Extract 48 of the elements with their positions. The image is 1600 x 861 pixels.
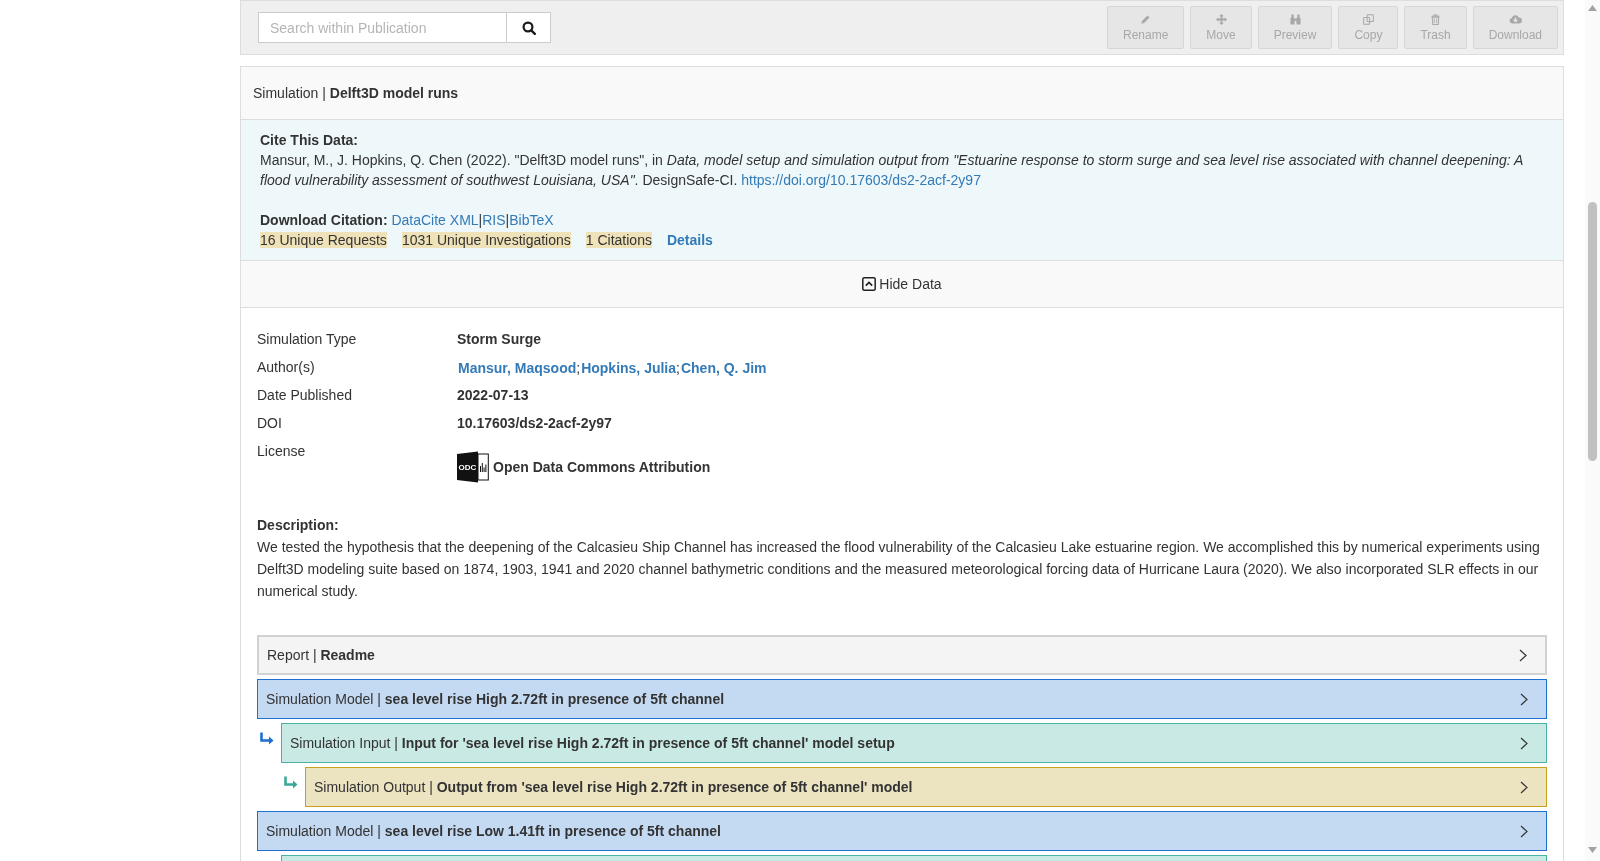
usage-metric: 1031 Unique Investigations xyxy=(401,232,571,248)
field-value: 2022-07-13 xyxy=(457,386,530,405)
bent-arrow-icon xyxy=(259,732,275,746)
copy-icon xyxy=(1362,14,1374,25)
citation-heading: Cite This Data: xyxy=(260,131,359,150)
license-logo: ODC xyxy=(457,451,489,483)
move-arrows-icon xyxy=(1215,14,1227,25)
caret-up-square-icon xyxy=(862,277,877,291)
citation-format-link[interactable]: BibTeX xyxy=(509,212,554,228)
usage-metric: 16 Unique Requests xyxy=(260,232,387,248)
cloud-download-icon xyxy=(1508,14,1522,24)
bent-arrow-icon xyxy=(283,776,299,790)
field-value: 10.17603/ds2-2acf-2y97 xyxy=(457,414,613,433)
citation-format-link[interactable]: DataCite XML xyxy=(391,212,479,228)
pencil-icon xyxy=(1140,14,1152,25)
field-label: DOI xyxy=(257,414,283,433)
search-button[interactable] xyxy=(506,12,551,43)
dataset-row[interactable]: Report | Readme xyxy=(257,635,1547,675)
download-citation-line: Download Citation: DataCite XML|RIS|BibTeX xyxy=(260,211,555,230)
scroll-up-icon[interactable] xyxy=(1588,5,1597,11)
citation-text: Mansur, M., J. Hopkins, Q. Chen (2022). "Delft3D model runs", in Data, model setup and simulation output from "Estuarine response to storm surge and sea level rise associated with channel deepening: A flood vulnerability assessment of southwest Louisiana, USA". DesignSafe-CI. https://doi.org/10.17603/ds2-2acf-2y97 xyxy=(260,151,1524,190)
search-field[interactable]: Search within Publication xyxy=(258,12,507,43)
hide-data-button[interactable]: Hide Data xyxy=(862,276,942,292)
trash-icon xyxy=(1430,14,1441,25)
field-label: Date Published xyxy=(257,386,353,405)
scrollbar-thumb[interactable] xyxy=(1588,202,1597,461)
scroll-down-icon[interactable] xyxy=(1588,847,1597,853)
search-icon xyxy=(521,20,536,35)
details-link[interactable]: Details xyxy=(666,230,713,250)
author-link[interactable]: Chen, Q. Jim xyxy=(679,360,767,376)
description-heading: Description: xyxy=(257,516,340,535)
license-name: Open Data Commons Attribution xyxy=(493,458,711,477)
authors-line: Mansur, Maqsood;Hopkins, Julia;Chen, Q. Jim xyxy=(457,359,768,378)
usage-metric: 1 Citations xyxy=(585,232,652,248)
doi-link[interactable]: https://doi.org/10.17603/ds2-2acf-2y97 xyxy=(741,172,981,188)
description-text: We tested the hypothesis that the deepening of the Calcasieu Ship Channel has increased the flood vulnerability of the Calcasieu Lake estuarine region. We accomplished this by numerical experiments using Delft3D modeling suite based on 1874, 1903, 1941 and 2020 channel bathymetric conditions and the measured meteorological forcing data of Hurricane Laura (2020). We also incorporated SLR effects in our numerical study. xyxy=(257,538,1541,601)
dataset-row[interactable]: Simulation Model | sea level rise Low 1.41ft in presence of 5ft channel xyxy=(257,811,1547,851)
field-label: Simulation Type xyxy=(257,330,358,349)
binoculars-icon xyxy=(1289,14,1301,25)
dataset-row[interactable]: Simulation Input | Input for 'sea level rise High 2.72ft in presence of 5ft channel' model setup xyxy=(281,723,1547,763)
field-label: Author(s) xyxy=(257,358,316,377)
citation-format-link[interactable]: RIS xyxy=(482,212,506,228)
field-value: Storm Surge xyxy=(457,330,542,349)
field-label: License xyxy=(257,442,307,461)
dataset-row[interactable]: Simulation Output | Output from 'sea level rise High 2.72ft in presence of 5ft channel' model xyxy=(305,767,1547,807)
project-title: Simulation | Delft3D model runs xyxy=(253,84,459,103)
scrollbar[interactable] xyxy=(1585,0,1600,861)
dataset-row[interactable]: Simulation Model | sea level rise High 2.72ft in presence of 5ft channel xyxy=(257,679,1547,719)
